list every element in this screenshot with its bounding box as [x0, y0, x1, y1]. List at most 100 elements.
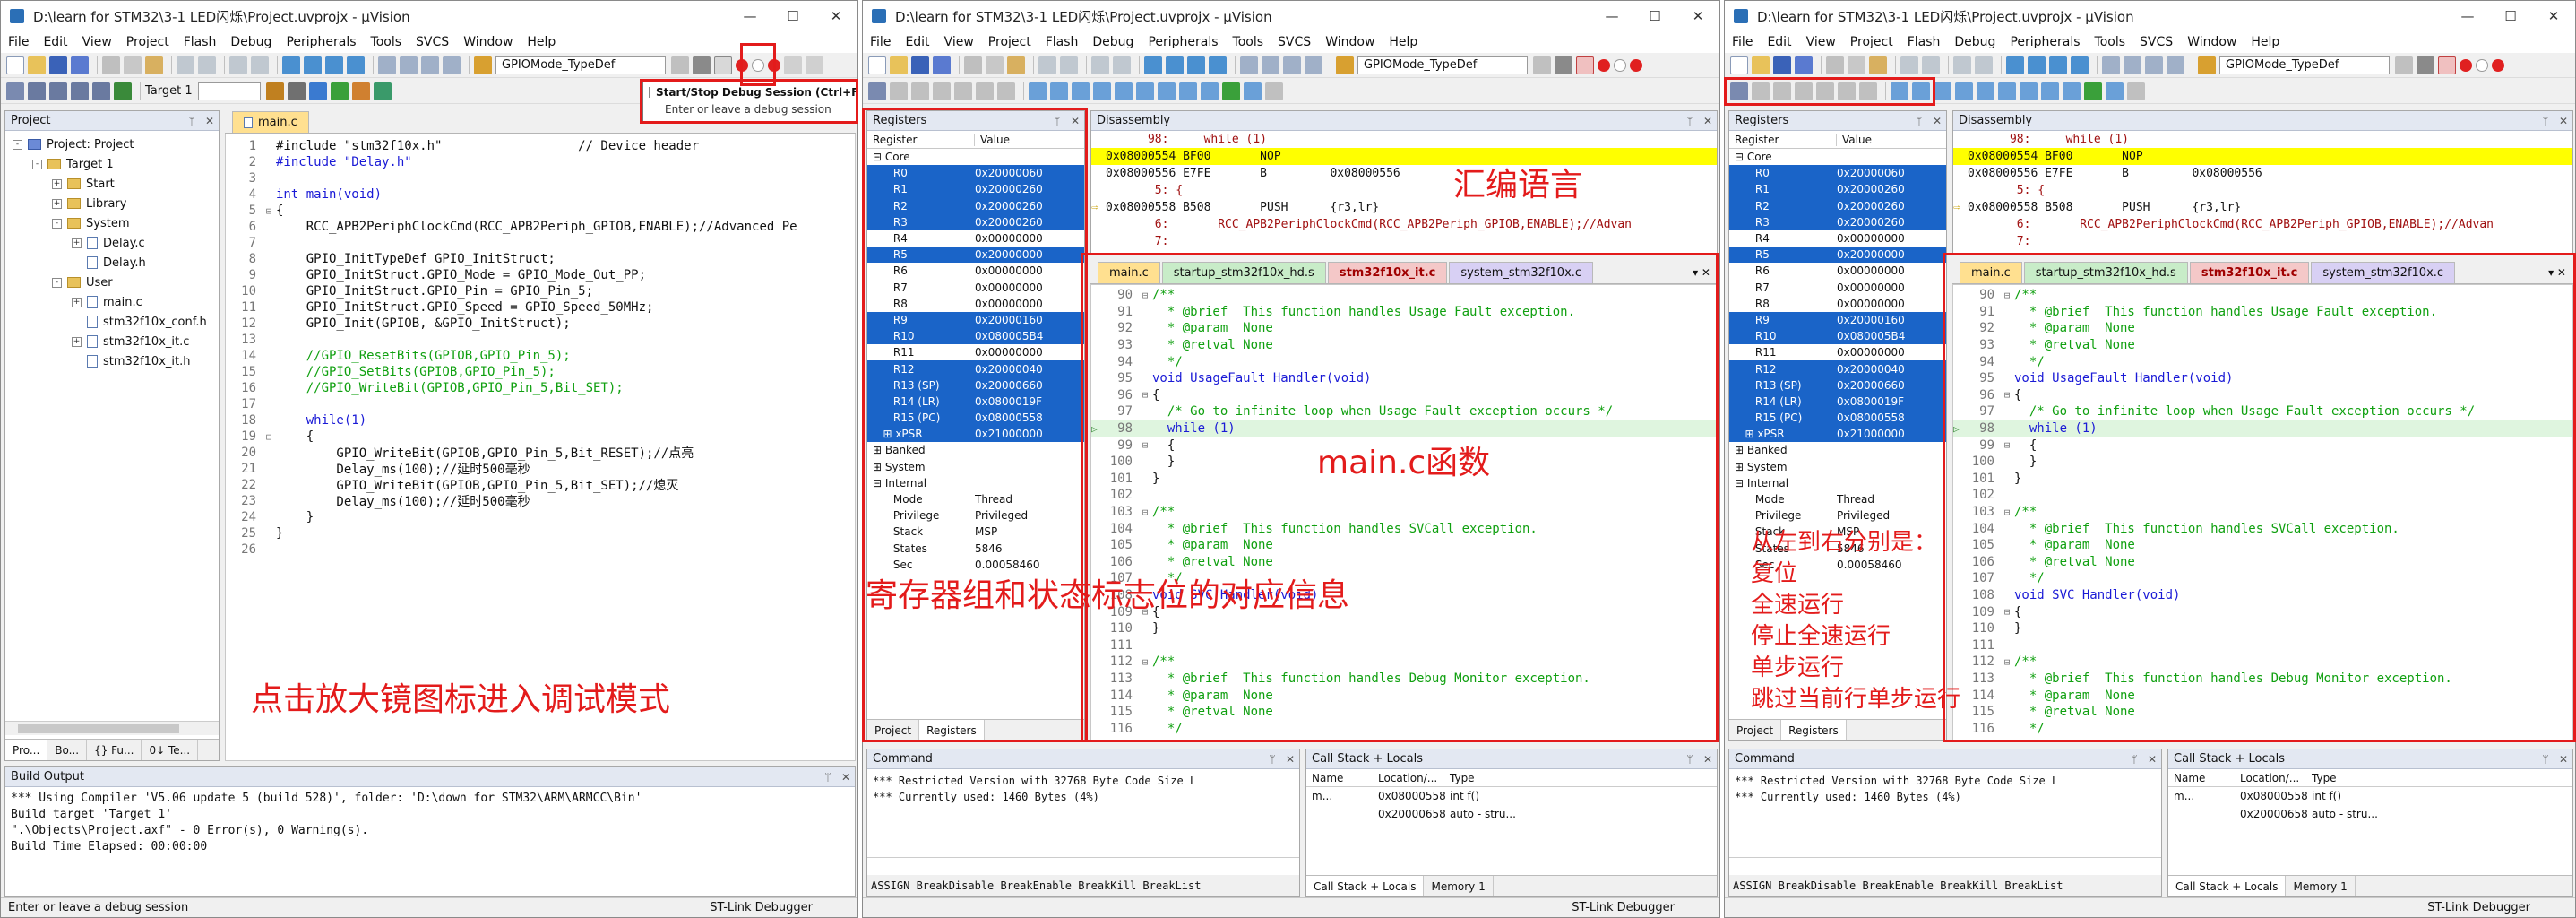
register-row[interactable]: R14 (LR) 0x0800019F [1729, 393, 1946, 410]
indent-icon[interactable] [1240, 56, 1258, 74]
reset-cpu-icon[interactable] [868, 82, 886, 100]
disassembly-line[interactable]: 98: while (1) [1953, 131, 2572, 148]
tab-templates[interactable]: 0↓ Te... [142, 740, 199, 760]
column-name[interactable]: Name [1306, 772, 1378, 784]
disassembly-line[interactable]: 0x08000556 E7FE B 0x08000556 [1091, 165, 1717, 182]
pin-icon[interactable]: ᛘ [2125, 753, 2143, 766]
expand-toggle[interactable]: + [72, 297, 82, 307]
menu-edit[interactable]: Edit [1767, 35, 1791, 49]
find-combo[interactable]: GPIOMode_TypeDef [2219, 56, 2390, 74]
incremental-find-icon[interactable] [1555, 56, 1572, 74]
step-icon[interactable] [933, 82, 951, 100]
disassembly-line[interactable]: ⇨ 0x08000558 B508 PUSH {r3,lr} [1091, 199, 1717, 216]
expand-toggle[interactable]: + [72, 238, 82, 248]
uncomment-icon[interactable] [443, 56, 461, 74]
code-editor-main-c[interactable]: 1 #include "stm32f10x.h" // Device header… [225, 134, 856, 761]
tab-main-c[interactable]: main.c [232, 111, 309, 133]
code-line[interactable]: 22 GPIO_WriteBit(GPIOB,GPIO_Pin_5,Bit_SE… [226, 477, 855, 493]
save-all-icon[interactable] [71, 56, 89, 74]
nav-back-icon[interactable] [1953, 56, 1971, 74]
menu-debug[interactable]: Debug [1954, 35, 1995, 49]
debug-magnifier-icon[interactable] [2438, 56, 2456, 74]
incremental-find-icon[interactable] [693, 56, 711, 74]
callstack-row[interactable]: 0x20000658 auto - stru... [1306, 805, 1717, 823]
code-line[interactable]: 2 #include "Delay.h" [226, 154, 855, 170]
close-panel-icon[interactable]: ✕ [201, 115, 219, 127]
stop-icon[interactable] [911, 82, 929, 100]
tree-item[interactable]: - Target 1 [13, 154, 219, 174]
stop-build-icon[interactable] [92, 82, 110, 100]
register-row[interactable]: Mode Thread [1729, 491, 1946, 507]
pack-installer-icon[interactable] [330, 82, 349, 100]
column-name[interactable]: Name [2168, 772, 2240, 784]
register-row[interactable]: R4 0x00000000 [1729, 230, 1946, 247]
step-out-icon[interactable] [976, 82, 994, 100]
expand-toggle[interactable]: - [32, 159, 42, 169]
tree-item[interactable]: - Project: Project [13, 134, 219, 154]
menu-view[interactable]: View [1806, 35, 1836, 49]
pin-icon[interactable]: ᛘ [2537, 115, 2554, 127]
code-line[interactable]: 23 Delay_ms(100);//延时500毫秒 [226, 493, 855, 509]
tab-memory-1[interactable]: Memory 1 [1424, 876, 1494, 896]
register-row[interactable]: ⊞ System [1729, 459, 1946, 475]
register-row[interactable]: ⊟ Internal [1729, 475, 1946, 491]
close-button[interactable]: ✕ [1676, 8, 1719, 24]
register-row[interactable]: R0 0x20000060 [1729, 165, 1946, 182]
rebuild-icon[interactable] [49, 82, 67, 100]
clear-bookmarks-icon[interactable] [1209, 56, 1227, 74]
tree-item[interactable]: stm32f10x_it.h [13, 351, 219, 371]
analysis-window-icon[interactable] [1201, 82, 1219, 100]
menu-project[interactable]: Project [126, 35, 169, 49]
pin-icon[interactable]: ᛘ [1681, 115, 1699, 127]
undo-icon[interactable] [1900, 56, 1918, 74]
menu-tools[interactable]: Tools [1233, 35, 1264, 49]
register-row[interactable]: R12 0x20000040 [1729, 360, 1946, 377]
code-line[interactable]: 12 GPIO_Init(GPIOB, &GPIO_InitStruct); [226, 316, 855, 332]
open-folder-icon[interactable] [28, 56, 46, 74]
system-viewer-icon[interactable] [2106, 82, 2124, 100]
code-line[interactable]: 8 GPIO_InitTypeDef GPIO_InitStruct; [226, 251, 855, 267]
register-row[interactable]: R3 0x20000260 [1729, 213, 1946, 230]
next-bookmark-icon[interactable] [2049, 56, 2067, 74]
configure-icon[interactable] [806, 56, 823, 74]
column-type[interactable]: Type [1450, 772, 1475, 784]
code-line[interactable]: 17 [226, 396, 855, 412]
target-combo[interactable] [197, 82, 261, 100]
bookmark-icon[interactable] [2006, 56, 2024, 74]
column-location[interactable]: Location/... [1378, 772, 1450, 784]
memory-window-icon[interactable] [1158, 82, 1176, 100]
find-in-files-icon[interactable] [2198, 56, 2216, 74]
menu-window[interactable]: Window [463, 35, 513, 49]
register-row[interactable]: R8 0x00000000 [1729, 296, 1946, 312]
tab-call-stack[interactable]: Call Stack + Locals [1306, 876, 1425, 896]
menu-file[interactable]: File [1732, 35, 1753, 49]
close-button[interactable]: ✕ [2532, 8, 2575, 24]
menu-edit[interactable]: Edit [905, 35, 929, 49]
pin-icon[interactable]: ᛘ [819, 771, 837, 784]
menu-debug[interactable]: Debug [230, 35, 271, 49]
register-row[interactable]: ⊟ Core [1729, 149, 1946, 165]
download-icon[interactable] [114, 82, 132, 100]
column-location[interactable]: Location/... [2240, 772, 2312, 784]
run-icon[interactable] [890, 82, 908, 100]
cut-icon[interactable] [964, 56, 982, 74]
tab-project[interactable]: Project [1729, 720, 1782, 740]
menu-peripherals[interactable]: Peripherals [1148, 35, 1218, 49]
debug-magnifier-icon[interactable] [714, 56, 732, 74]
disable-breakpoint-icon[interactable] [2476, 58, 2488, 72]
nav-forward-icon[interactable] [1975, 56, 1993, 74]
pin-icon[interactable]: ᛘ [1910, 115, 1928, 127]
register-row[interactable]: R11 0x00000000 [1729, 344, 1946, 360]
code-line[interactable]: 10 GPIO_InitStruct.GPIO_Pin = GPIO_Pin_5… [226, 283, 855, 299]
build-icon[interactable] [28, 82, 46, 100]
save-icon[interactable] [49, 56, 67, 74]
uncomment-icon[interactable] [1305, 56, 1322, 74]
menu-help[interactable]: Help [1389, 35, 1417, 49]
debug-magnifier-icon[interactable] [1576, 56, 1594, 74]
tree-item[interactable]: + Delay.c [13, 233, 219, 253]
save-all-icon[interactable] [933, 56, 951, 74]
registers-window-icon[interactable] [1955, 82, 1973, 100]
find-combo[interactable]: GPIOMode_TypeDef [495, 56, 666, 74]
disassembly-line[interactable]: 0x08000556 E7FE B 0x08000556 [1953, 165, 2572, 182]
code-line[interactable]: 3 [226, 170, 855, 186]
